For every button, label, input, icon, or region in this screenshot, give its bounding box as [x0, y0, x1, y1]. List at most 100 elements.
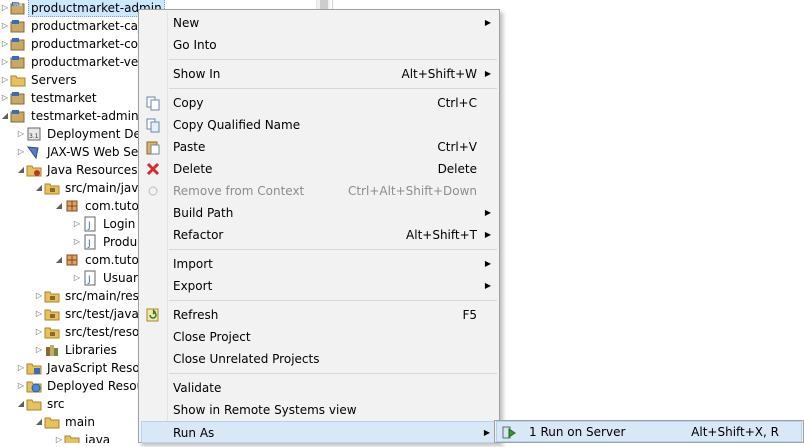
libraries-icon: [44, 342, 60, 358]
menu-item-new[interactable]: New ▶: [141, 12, 497, 34]
run-on-server-icon: [501, 424, 517, 440]
menu-item-copy[interactable]: Copy Ctrl+C: [141, 92, 497, 114]
expand-arrow-icon[interactable]: ▷: [16, 359, 26, 377]
menu-item-close-project[interactable]: Close Project: [141, 326, 497, 348]
svg-text:J: J: [87, 239, 91, 249]
folder-icon: [26, 396, 42, 412]
source-folder-icon: [44, 324, 60, 340]
menu-item-copy-qualified-name[interactable]: Copy Qualified Name: [141, 114, 497, 136]
tree-item-src[interactable]: ◢ src: [16, 395, 68, 413]
collapse-arrow-icon[interactable]: ◢: [16, 161, 26, 179]
menu-item-run-as[interactable]: Run As ▶: [141, 421, 497, 443]
expand-arrow-icon[interactable]: ▷: [34, 287, 44, 305]
expand-arrow-icon[interactable]: ▷: [0, 0, 10, 17]
tree-item-java[interactable]: ▷ java: [54, 431, 113, 443]
source-folder-icon: [44, 180, 60, 196]
submenu-arrow-icon: ▶: [484, 281, 491, 290]
collapse-arrow-icon[interactable]: ◢: [54, 251, 64, 269]
copy-icon: [145, 95, 161, 111]
menu-item-show-in-remote-systems[interactable]: Show in Remote Systems view: [141, 399, 497, 421]
context-menu: New ▶ Go Into Show In Alt+Shift+W ▶ Copy…: [138, 9, 500, 443]
menu-item-delete[interactable]: Delete Delete: [141, 158, 497, 180]
menu-item-go-into[interactable]: Go Into: [141, 34, 497, 56]
delete-icon: [145, 161, 161, 177]
java-resources-icon: [26, 162, 42, 178]
web-project-icon: [10, 54, 26, 70]
source-folder-icon: [44, 306, 60, 322]
svg-text:3.1: 3.1: [29, 133, 39, 140]
jaxws-icon: [26, 144, 42, 160]
web-project-icon: [10, 36, 26, 52]
java-file-icon: J: [82, 216, 98, 232]
submenu-arrow-icon: ▶: [484, 230, 491, 239]
menu-item-validate[interactable]: Validate: [141, 377, 497, 399]
expand-arrow-icon[interactable]: ▷: [72, 269, 82, 287]
tree-item-testmarket[interactable]: ▷ testmarket: [0, 89, 100, 107]
svg-text:J: J: [87, 275, 91, 285]
expand-arrow-icon[interactable]: ▷: [16, 377, 26, 395]
submenu-arrow-icon: ▶: [484, 18, 491, 27]
menu-separator: [169, 88, 497, 89]
expand-arrow-icon[interactable]: ▷: [54, 431, 64, 443]
web-project-icon: [10, 108, 26, 124]
folder-icon: [64, 432, 80, 443]
tree-item-productmarket-core[interactable]: ▷ productmarket-core: [0, 35, 153, 53]
web-project-icon: [10, 90, 26, 106]
tree-item-libraries[interactable]: ▷ Libraries: [34, 341, 120, 359]
expand-arrow-icon[interactable]: ▷: [34, 341, 44, 359]
collapse-arrow-icon[interactable]: ◢: [34, 413, 44, 431]
expand-arrow-icon[interactable]: ▷: [72, 233, 82, 251]
menu-item-show-in[interactable]: Show In Alt+Shift+W ▶: [141, 63, 497, 85]
expand-arrow-icon[interactable]: ▷: [0, 35, 10, 53]
menu-item-refactor[interactable]: Refactor Alt+Shift+T ▶: [141, 224, 497, 246]
java-file-icon: J: [82, 234, 98, 250]
expand-arrow-icon[interactable]: ▷: [34, 305, 44, 323]
tree-item-main[interactable]: ◢ main: [34, 413, 98, 431]
menu-item-run-on-server[interactable]: 1 Run on Server Alt+Shift+X, R: [496, 421, 802, 442]
collapse-arrow-icon[interactable]: ◢: [54, 197, 64, 215]
expand-arrow-icon[interactable]: ▷: [16, 143, 26, 161]
tree-item-src-test-java[interactable]: ▷ src/test/java: [34, 305, 142, 323]
expand-arrow-icon[interactable]: ▷: [72, 215, 82, 233]
menu-item-build-path[interactable]: Build Path ▶: [141, 202, 497, 224]
tree-item-java-resources[interactable]: ◢ Java Resources: [16, 161, 140, 179]
expand-arrow-icon[interactable]: ▷: [0, 17, 10, 35]
copy-qualified-name-icon: [145, 117, 161, 133]
source-folder-icon: [44, 288, 60, 304]
submenu-arrow-icon: ▶: [484, 259, 491, 268]
javascript-resources-icon: [26, 360, 42, 376]
menu-item-close-unrelated-projects[interactable]: Close Unrelated Projects: [141, 348, 497, 370]
menu-item-refresh[interactable]: Refresh F5: [141, 304, 497, 326]
package-icon: [64, 252, 80, 268]
expand-arrow-icon[interactable]: ▷: [0, 71, 10, 89]
collapse-arrow-icon[interactable]: ◢: [34, 179, 44, 197]
submenu-arrow-icon: ▶: [484, 208, 491, 217]
tree-item-servers[interactable]: ▷ Servers: [0, 71, 80, 89]
menu-separator: [169, 373, 497, 374]
expand-arrow-icon[interactable]: ▷: [34, 323, 44, 341]
tree-item-login[interactable]: ▷ J Login: [72, 215, 138, 233]
refresh-icon: [145, 307, 161, 323]
deployment-descriptor-icon: 3.1: [26, 126, 42, 142]
collapse-arrow-icon[interactable]: ◢: [16, 395, 26, 413]
menu-item-export[interactable]: Export ▶: [141, 275, 497, 297]
submenu-arrow-icon: ▶: [484, 69, 491, 78]
expand-arrow-icon[interactable]: ▷: [16, 125, 26, 143]
menu-separator: [169, 249, 497, 250]
menu-item-paste[interactable]: Paste Ctrl+V: [141, 136, 497, 158]
collapse-arrow-icon[interactable]: ◢: [0, 107, 10, 125]
tree-item-testmarket-admin[interactable]: ◢ testmarket-admin: [0, 107, 142, 125]
tree-item-src-main-java[interactable]: ◢ src/main/java: [34, 179, 149, 197]
expand-arrow-icon[interactable]: ▷: [0, 53, 10, 71]
menu-separator: [169, 300, 497, 301]
remove-context-icon: [145, 183, 161, 199]
tree-item-productmarket-venta[interactable]: ▷ productmarket-venta: [0, 53, 161, 71]
tree-item-productmarket-caja[interactable]: ▷ productmarket-caja: [0, 17, 152, 35]
folder-icon: [10, 72, 26, 88]
menu-item-import[interactable]: Import ▶: [141, 253, 497, 275]
web-project-icon: [10, 18, 26, 34]
package-icon: [64, 198, 80, 214]
svg-text:WEB: WEB: [13, 2, 22, 7]
menu-item-remove-from-context: Remove from Context Ctrl+Alt+Shift+Down: [141, 180, 497, 202]
expand-arrow-icon[interactable]: ▷: [0, 89, 10, 107]
